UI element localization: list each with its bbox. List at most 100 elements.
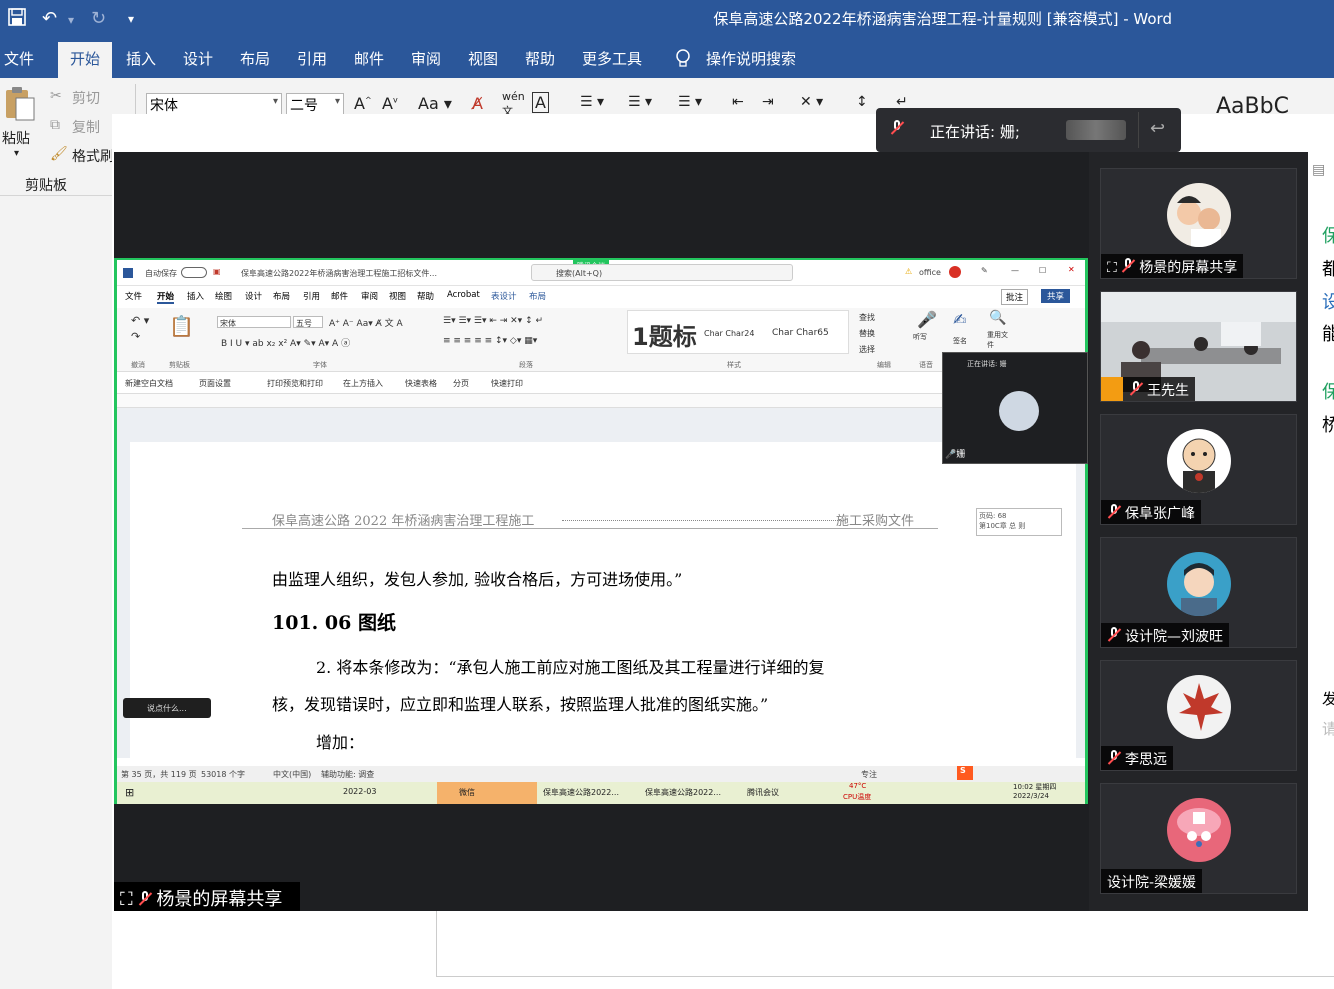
shared-quick-item[interactable]: 新建空白文档 bbox=[125, 378, 173, 389]
participant-tile[interactable]: ⛶ 杨景的屏幕共享 bbox=[1100, 168, 1297, 279]
shared-tab[interactable]: 视图 bbox=[389, 290, 406, 302]
participant-tile[interactable]: 设计院-梁媛媛 bbox=[1100, 783, 1297, 894]
shared-align-tools[interactable]: ≡ ≡ ≡ ≡ ≡ ↕▾ ◇▾ ▦▾ bbox=[443, 336, 537, 346]
shared-tab[interactable]: 插入 bbox=[187, 290, 204, 302]
undo-dropdown-icon[interactable]: ▾ bbox=[68, 13, 74, 27]
tab-help[interactable]: 帮助 bbox=[525, 48, 555, 69]
taskbar-item[interactable]: 保阜高速公路2022... bbox=[645, 787, 721, 798]
decrease-indent-icon[interactable]: ⇤ bbox=[732, 94, 744, 110]
participant-tile[interactable]: 设计院—刘波旺 bbox=[1100, 537, 1297, 648]
shared-sign-button[interactable]: 签名 bbox=[953, 336, 967, 346]
shared-reuse-button[interactable]: 重用文件 bbox=[987, 330, 1011, 350]
shared-undo-icon[interactable]: ↶ ▾ bbox=[131, 314, 149, 327]
shared-size-combo[interactable]: 五号 bbox=[293, 316, 323, 328]
shared-tab[interactable]: 表设计 bbox=[491, 290, 517, 302]
paste-icon[interactable] bbox=[4, 86, 36, 121]
shared-pen-icon[interactable]: ✎ bbox=[981, 266, 988, 275]
shared-reuse-icon[interactable]: 🔍 bbox=[989, 310, 1006, 326]
undo-icon[interactable]: ↶ bbox=[42, 8, 57, 29]
sort-icon[interactable]: ↕ bbox=[856, 94, 868, 110]
participant-tile[interactable]: 王先生 bbox=[1100, 291, 1297, 402]
chinese-layout-icon[interactable]: ✕ ▾ bbox=[800, 94, 823, 110]
save-icon[interactable] bbox=[8, 8, 26, 31]
shared-microphone-icon[interactable]: 🎤 bbox=[917, 310, 937, 329]
format-painter-button[interactable]: 格式刷 bbox=[72, 146, 114, 166]
windows-start-icon[interactable]: ⊞ bbox=[125, 786, 134, 799]
shared-tab[interactable]: 设计 bbox=[245, 290, 262, 302]
copy-button[interactable]: 复制 bbox=[72, 117, 100, 137]
shared-comments-button[interactable]: 批注 bbox=[1001, 289, 1029, 305]
character-border-icon[interactable]: A bbox=[532, 92, 549, 113]
clear-formatting-icon[interactable]: A̸ bbox=[472, 94, 483, 113]
shared-redo-icon[interactable]: ↷ bbox=[131, 330, 140, 343]
shared-tab[interactable]: 邮件 bbox=[331, 290, 348, 302]
shared-tab[interactable]: 布局 bbox=[273, 290, 290, 302]
shared-list-tools[interactable]: ☰▾ ☰▾ ☰▾ ⇤ ⇥ ✕▾ ↕ ↵ bbox=[443, 316, 543, 326]
taskbar-item[interactable]: 2022-03 bbox=[343, 787, 376, 796]
shared-style-item[interactable]: Char Char65 bbox=[772, 328, 829, 338]
shared-font-tools[interactable]: A⁺ A⁻ Aa▾ A̸ 文 A bbox=[329, 316, 403, 329]
shared-quick-item[interactable]: 打印预览和打印 bbox=[267, 378, 323, 389]
shared-tab[interactable]: 布局 bbox=[529, 290, 546, 302]
multilevel-list-icon[interactable]: ☰ ▾ bbox=[678, 94, 702, 110]
shared-format-tools[interactable]: B I U ▾ ab x₂ x² A▾ ✎▾ A▾ A ⓐ bbox=[221, 336, 350, 349]
shared-save-icon[interactable]: ▣ bbox=[213, 267, 221, 276]
customize-quick-access-icon[interactable]: ▾ bbox=[128, 12, 134, 26]
shared-find-button[interactable]: 查找 bbox=[859, 312, 875, 323]
shared-close-icon[interactable]: ✕ bbox=[1068, 265, 1075, 274]
font-size-combo[interactable]: 二号 bbox=[286, 93, 344, 115]
exit-fullscreen-icon[interactable]: ↩ bbox=[1150, 118, 1165, 139]
taskbar-item[interactable]: 微信 bbox=[437, 782, 537, 804]
font-name-combo[interactable]: 宋体 bbox=[146, 93, 282, 115]
shrink-font-icon[interactable]: Av bbox=[382, 94, 398, 113]
shared-quick-item[interactable]: 页面设置 bbox=[199, 378, 231, 389]
shared-quick-item[interactable]: 快速打印 bbox=[491, 378, 523, 389]
status-focus[interactable]: 专注 bbox=[861, 769, 877, 780]
shared-tab[interactable]: 引用 bbox=[303, 290, 320, 302]
shared-tab[interactable]: 绘图 bbox=[215, 290, 232, 302]
shared-style-gallery[interactable]: 1题标 Char Char24 Char Char65 bbox=[627, 310, 849, 354]
participant-tile[interactable]: 李思远 bbox=[1100, 660, 1297, 771]
tab-review[interactable]: 审阅 bbox=[411, 48, 441, 69]
tab-layout[interactable]: 布局 bbox=[240, 48, 270, 69]
shared-search-box[interactable]: 搜索(Alt+Q) bbox=[531, 264, 793, 281]
shared-minimize-icon[interactable]: — bbox=[1011, 266, 1019, 275]
shared-tab[interactable]: 开始 bbox=[157, 290, 175, 304]
chat-icon[interactable]: ▤ bbox=[1312, 162, 1325, 178]
shared-sign-icon[interactable]: ✍ bbox=[953, 310, 966, 329]
grow-font-icon[interactable]: A^ bbox=[354, 94, 372, 113]
cut-button[interactable]: 剪切 bbox=[72, 88, 100, 108]
paste-button[interactable]: 粘贴 bbox=[2, 128, 30, 148]
numbering-icon[interactable]: ☰ ▾ bbox=[628, 94, 652, 110]
shared-tab[interactable]: 审阅 bbox=[361, 290, 378, 302]
muted-mic-icon[interactable] bbox=[890, 119, 908, 138]
increase-indent-icon[interactable]: ⇥ bbox=[762, 94, 774, 110]
shared-autosave-toggle[interactable] bbox=[181, 267, 207, 278]
tab-view[interactable]: 视图 bbox=[468, 48, 498, 69]
shared-quick-item[interactable]: 快速表格 bbox=[405, 378, 437, 389]
shared-tab[interactable]: Acrobat bbox=[447, 290, 480, 300]
tab-more-tools[interactable]: 更多工具 bbox=[582, 48, 642, 69]
shared-tab[interactable]: 帮助 bbox=[417, 290, 434, 302]
shared-share-button[interactable]: 共享 bbox=[1041, 289, 1071, 303]
taskbar-item[interactable]: 保阜高速公路2022... bbox=[543, 787, 619, 798]
chat-input[interactable]: 说点什么... bbox=[123, 698, 211, 718]
shared-font-combo[interactable]: 宋体 bbox=[217, 316, 291, 328]
tab-home[interactable]: 开始 bbox=[58, 42, 113, 78]
shared-quick-item[interactable]: 在上方插入 bbox=[343, 378, 383, 389]
shared-select-button[interactable]: 选择 bbox=[859, 344, 875, 355]
shared-paste-icon[interactable]: 📋 bbox=[169, 314, 194, 338]
shared-quick-item[interactable]: 分页 bbox=[453, 378, 469, 389]
bullets-icon[interactable]: ☰ ▾ bbox=[580, 94, 604, 110]
shared-replace-button[interactable]: 替换 bbox=[859, 328, 875, 339]
redo-icon[interactable]: ↻ bbox=[91, 8, 106, 29]
sogou-ime-icon[interactable]: S bbox=[957, 766, 973, 780]
shared-dictate-button[interactable]: 听写 bbox=[913, 332, 933, 342]
shared-style-item[interactable]: Char Char24 bbox=[704, 329, 754, 338]
taskbar-item[interactable]: 腾讯会议 bbox=[747, 787, 779, 798]
paste-dropdown-icon[interactable]: ▾ bbox=[14, 148, 19, 159]
tab-insert[interactable]: 插入 bbox=[126, 48, 156, 69]
change-case-icon[interactable]: Aa ▾ bbox=[418, 94, 452, 113]
tab-file[interactable]: 文件 bbox=[4, 48, 34, 69]
shared-maximize-icon[interactable]: ☐ bbox=[1039, 266, 1046, 275]
